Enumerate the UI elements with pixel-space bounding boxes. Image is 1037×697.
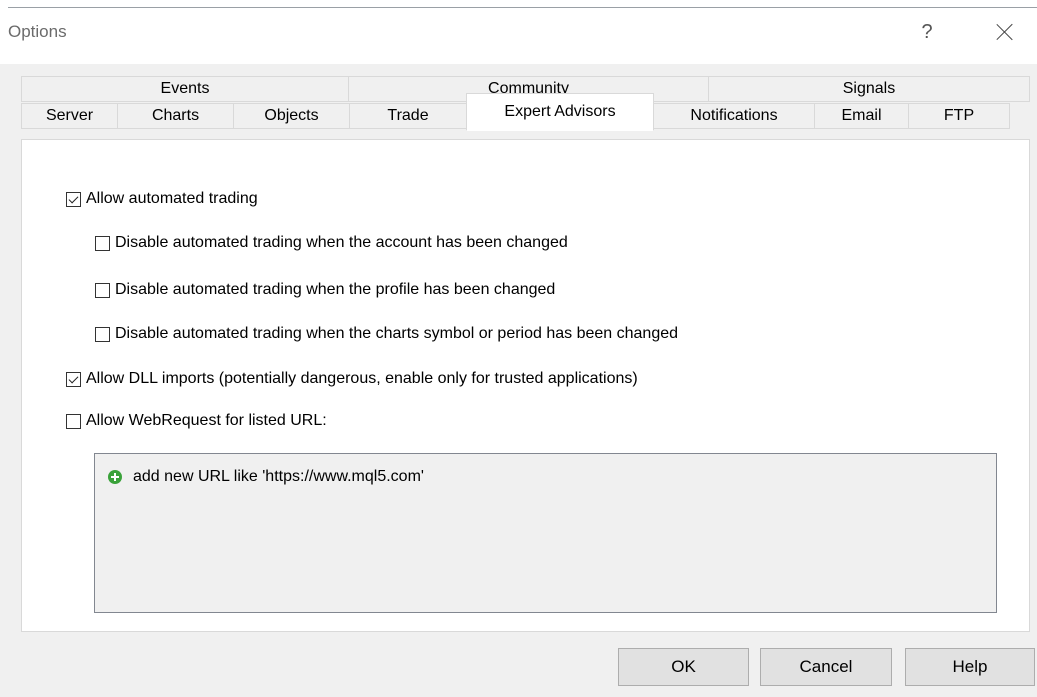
options-dialog: Options ? Events Community Signals Serve…	[0, 0, 1037, 697]
close-button[interactable]	[983, 16, 1027, 48]
tab-notifications[interactable]: Notifications	[653, 103, 815, 129]
option-label: Allow WebRequest for listed URL:	[86, 412, 327, 429]
checkbox[interactable]	[66, 191, 81, 207]
url-list[interactable]: add new URL like 'https://www.mql5.com'	[94, 453, 997, 613]
option-label: Disable automated trading when the profi…	[115, 281, 556, 298]
add-url-item[interactable]: add new URL like 'https://www.mql5.com'	[108, 468, 424, 486]
tab-signals[interactable]: Signals	[708, 76, 1030, 102]
option-disable-on-symbol-change[interactable]: Disable automated trading when the chart…	[95, 325, 678, 343]
option-label: Allow DLL imports (potentially dangerous…	[86, 370, 638, 387]
option-allow-dll-imports[interactable]: Allow DLL imports (potentially dangerous…	[66, 370, 638, 388]
checkbox[interactable]	[66, 413, 81, 429]
close-icon	[996, 23, 1014, 41]
option-disable-on-account-change[interactable]: Disable automated trading when the accou…	[95, 234, 568, 252]
tab-expert-advisors[interactable]: Expert Advisors	[466, 93, 654, 131]
question-icon: ?	[921, 20, 933, 43]
tab-objects[interactable]: Objects	[233, 103, 350, 129]
checkbox[interactable]	[66, 371, 81, 387]
ok-button[interactable]: OK	[618, 648, 749, 686]
option-disable-on-profile-change[interactable]: Disable automated trading when the profi…	[95, 281, 555, 299]
add-url-label: add new URL like 'https://www.mql5.com'	[133, 468, 424, 485]
option-label: Disable automated trading when the chart…	[115, 325, 679, 342]
tab-events[interactable]: Events	[21, 76, 349, 102]
tab-ftp[interactable]: FTP	[908, 103, 1010, 129]
add-icon	[108, 470, 122, 484]
cancel-button[interactable]: Cancel	[760, 648, 892, 686]
help-button[interactable]: Help	[905, 648, 1035, 686]
checkbox[interactable]	[95, 282, 110, 298]
title-bar: Options ?	[0, 0, 1037, 64]
option-allow-webrequest[interactable]: Allow WebRequest for listed URL:	[66, 412, 327, 430]
option-label: Allow automated trading	[86, 190, 258, 207]
tab-server[interactable]: Server	[21, 103, 118, 129]
tab-email[interactable]: Email	[814, 103, 909, 129]
tab-trade[interactable]: Trade	[349, 103, 467, 129]
checkbox[interactable]	[95, 326, 110, 342]
tab-row-bottom: Server Charts Objects Trade Expert Advis…	[21, 93, 1010, 131]
tab-charts[interactable]: Charts	[117, 103, 234, 129]
help-title-button[interactable]: ?	[905, 16, 949, 48]
window-title: Options	[8, 22, 67, 41]
option-label: Disable automated trading when the accou…	[115, 234, 568, 251]
option-allow-automated-trading[interactable]: Allow automated trading	[66, 190, 258, 208]
checkbox[interactable]	[95, 235, 110, 251]
